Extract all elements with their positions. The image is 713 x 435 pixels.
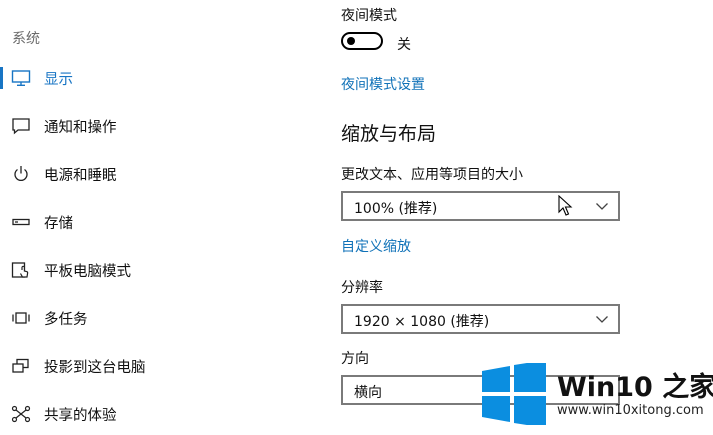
sidebar-item-shared-experiences[interactable]: 共享的体验 xyxy=(0,394,300,434)
toggle-knob xyxy=(347,37,355,45)
chevron-down-icon xyxy=(596,316,608,323)
sidebar-item-tablet-mode[interactable]: 平板电脑模式 xyxy=(0,250,300,290)
resolution-label: 分辨率 xyxy=(341,280,383,296)
night-mode-settings-link[interactable]: 夜间模式设置 xyxy=(341,74,425,94)
watermark-url: www.win10xitong.com xyxy=(557,403,704,418)
power-icon xyxy=(14,166,28,181)
sidebar-item-label: 存储 xyxy=(44,216,73,232)
notification-icon xyxy=(12,118,30,135)
resolution-value: 1920 × 1080 (推荐) xyxy=(354,314,490,330)
sidebar-item-label: 共享的体验 xyxy=(44,408,117,424)
tablet-mode-icon xyxy=(11,262,29,278)
sidebar-item-display[interactable]: 显示 xyxy=(0,58,300,98)
sidebar-item-label: 通知和操作 xyxy=(44,120,117,136)
night-mode-toggle[interactable] xyxy=(341,32,383,50)
sidebar-item-label: 多任务 xyxy=(44,312,88,328)
active-indicator xyxy=(0,67,3,89)
watermark-logo: Win10 之家 www.win10xitong.com xyxy=(482,361,713,435)
sidebar-item-multitasking[interactable]: 多任务 xyxy=(0,298,300,338)
sidebar-item-label: 投影到这台电脑 xyxy=(44,360,146,376)
night-mode-label: 夜间模式 xyxy=(341,8,397,24)
resolution-dropdown[interactable]: 1920 × 1080 (推荐) xyxy=(341,304,620,334)
scale-label: 更改文本、应用等项目的大小 xyxy=(341,167,523,183)
sidebar-item-label: 电源和睡眠 xyxy=(44,168,117,184)
shared-experiences-icon xyxy=(11,405,31,423)
night-mode-state: 关 xyxy=(397,37,411,53)
custom-scaling-link[interactable]: 自定义缩放 xyxy=(341,236,411,256)
multitasking-icon xyxy=(12,312,30,324)
storage-icon xyxy=(12,218,30,226)
sidebar-item-projecting[interactable]: 投影到这台电脑 xyxy=(0,346,300,386)
sidebar-item-label: 平板电脑模式 xyxy=(44,264,131,280)
orientation-value: 横向 xyxy=(354,385,382,401)
sidebar-heading: 系统 xyxy=(12,31,40,47)
windows-logo-icon xyxy=(482,363,546,425)
sidebar-item-storage[interactable]: 存储 xyxy=(0,202,300,242)
orientation-label: 方向 xyxy=(341,351,369,367)
mouse-cursor-icon xyxy=(558,195,573,216)
watermark-title: Win10 之家 xyxy=(557,372,713,403)
sidebar: 系统 显示 通知和操作 电源和睡眠 存储 平板电脑模式 多任务 投影到这台电脑 … xyxy=(0,0,300,435)
scale-value: 100% (推荐) xyxy=(354,201,438,217)
sidebar-item-label: 显示 xyxy=(44,72,73,88)
monitor-icon xyxy=(11,70,31,86)
scale-dropdown[interactable]: 100% (推荐) xyxy=(341,191,620,221)
sidebar-item-power[interactable]: 电源和睡眠 xyxy=(0,154,300,194)
scale-layout-heading: 缩放与布局 xyxy=(341,123,437,145)
chevron-down-icon xyxy=(596,203,608,210)
projecting-icon xyxy=(12,358,29,373)
sidebar-item-notifications[interactable]: 通知和操作 xyxy=(0,106,300,146)
